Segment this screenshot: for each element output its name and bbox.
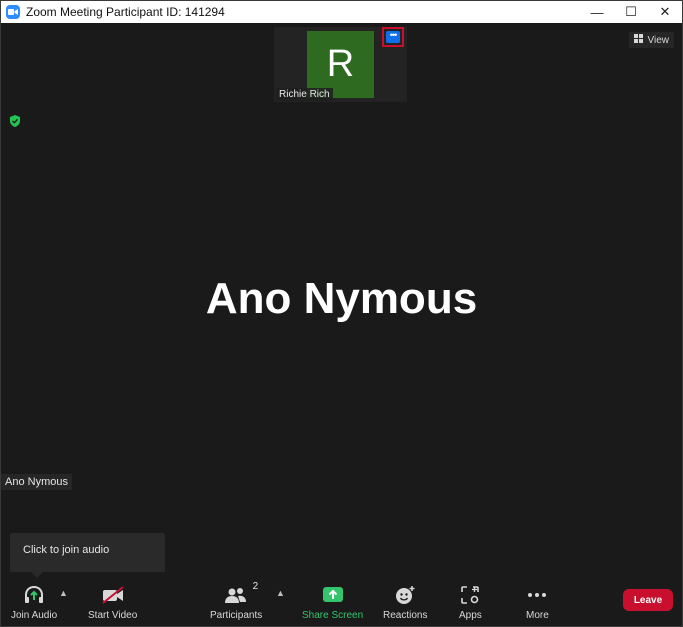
- audio-options-caret-icon[interactable]: ▲: [59, 588, 68, 598]
- apps-icon: [460, 583, 480, 607]
- join-audio-label: Join Audio: [11, 610, 58, 621]
- start-video-label: Start Video: [88, 610, 138, 621]
- zoom-logo-icon: [6, 5, 20, 19]
- shield-check-icon[interactable]: [8, 114, 22, 128]
- meeting-area: R Richie Rich ••• View Ano Nymous Ano Ny…: [1, 24, 682, 626]
- participants-label: Participants: [210, 610, 263, 621]
- share-screen-icon: [322, 583, 344, 607]
- self-view-name-label: Ano Nymous: [1, 474, 72, 490]
- minimize-button[interactable]: —: [580, 1, 614, 23]
- view-grid-icon: [633, 34, 644, 46]
- more-button[interactable]: More: [526, 583, 549, 621]
- thumbnail-name-label: Richie Rich: [276, 88, 333, 101]
- participants-icon: 2: [224, 581, 258, 607]
- share-screen-button[interactable]: Share Screen: [302, 583, 363, 621]
- participants-options-caret-icon[interactable]: ▲: [276, 588, 285, 598]
- start-video-button[interactable]: Start Video: [88, 583, 137, 621]
- reactions-icon: [394, 583, 416, 607]
- active-speaker-name: Ano Nymous: [205, 274, 478, 323]
- join-audio-tooltip: Click to join audio: [10, 533, 165, 578]
- title-bar: Zoom Meeting Participant ID: 141294 — ☐ …: [1, 1, 682, 23]
- zoom-meeting-window: Zoom Meeting Participant ID: 141294 — ☐ …: [0, 0, 683, 627]
- participants-count-badge: 2: [252, 581, 259, 592]
- more-icon: [526, 583, 548, 607]
- tooltip-arrow: [31, 572, 43, 578]
- view-button-label: View: [647, 34, 670, 46]
- headphones-icon: [23, 583, 45, 607]
- close-button[interactable]: ✕: [648, 1, 682, 23]
- join-audio-button[interactable]: Join Audio: [11, 583, 57, 621]
- apps-label: Apps: [459, 610, 482, 621]
- tooltip-text: Click to join audio: [23, 544, 110, 556]
- window-title: Zoom Meeting Participant ID: 141294: [26, 5, 225, 19]
- apps-button[interactable]: Apps: [459, 583, 482, 621]
- maximize-button[interactable]: ☐: [614, 1, 648, 23]
- reactions-button[interactable]: Reactions: [383, 583, 427, 621]
- leave-button[interactable]: Leave: [623, 589, 673, 611]
- share-screen-label: Share Screen: [302, 610, 364, 621]
- more-label: More: [526, 610, 549, 621]
- participant-more-options-button[interactable]: •••: [382, 27, 404, 47]
- more-dots-icon: •••: [386, 31, 400, 43]
- reactions-label: Reactions: [383, 610, 428, 621]
- meeting-toolbar: Join Audio ▲ Start Video 2 Participants …: [1, 579, 682, 626]
- participants-button[interactable]: 2 Participants: [210, 581, 263, 621]
- view-button[interactable]: View: [628, 32, 674, 48]
- video-off-icon: [101, 583, 125, 607]
